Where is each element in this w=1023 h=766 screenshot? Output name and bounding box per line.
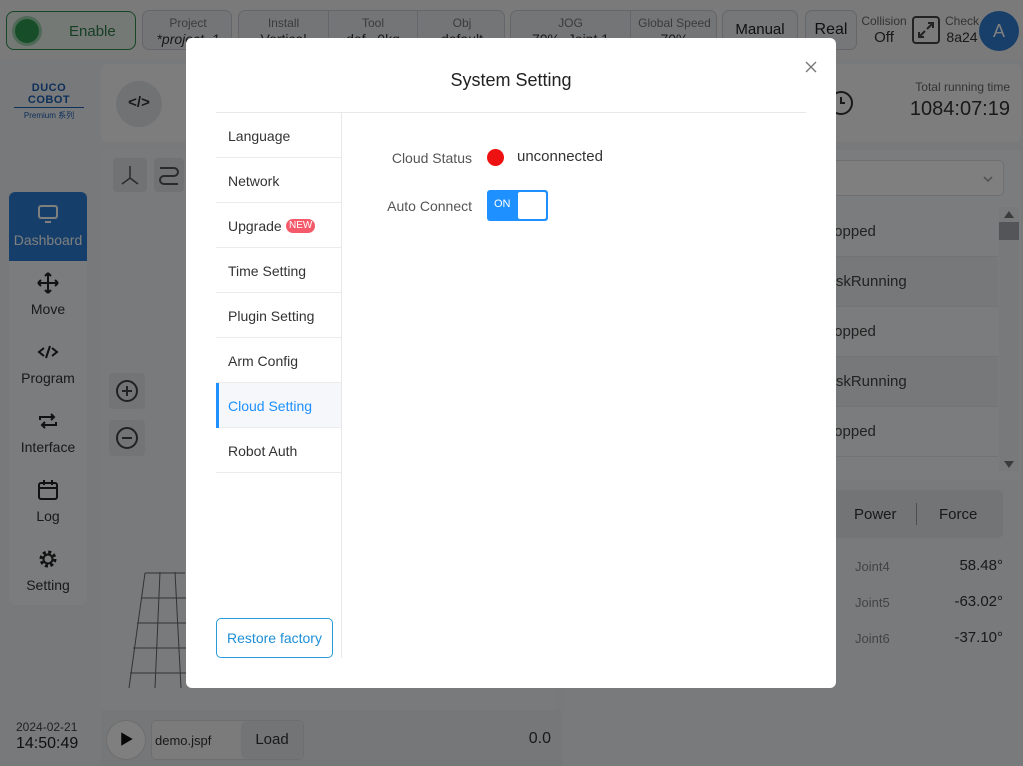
restore-factory-button[interactable]: Restore factory xyxy=(216,618,333,658)
close-icon[interactable] xyxy=(803,59,819,75)
menu-item-label: Language xyxy=(228,128,291,144)
menu-item-label: Plugin Setting xyxy=(228,308,315,324)
settings-menu: Language Network Upgrade NEW Time Settin… xyxy=(216,113,342,658)
auto-connect-toggle[interactable]: ON xyxy=(487,190,548,221)
cloud-status-label: Cloud Status xyxy=(391,150,472,166)
menu-item-label: Arm Config xyxy=(228,353,299,369)
menu-item-label: Cloud Setting xyxy=(228,398,313,414)
menu-item-arm-config[interactable]: Arm Config xyxy=(216,338,341,383)
menu-item-label: Robot Auth xyxy=(228,443,298,459)
menu-item-robot-auth[interactable]: Robot Auth xyxy=(216,428,341,473)
toggle-state-text: ON xyxy=(494,198,511,210)
new-badge: NEW xyxy=(286,219,316,233)
auto-connect-label: Auto Connect xyxy=(387,198,472,214)
menu-item-cloud-setting[interactable]: Cloud Setting xyxy=(216,383,341,428)
menu-item-plugin-setting[interactable]: Plugin Setting xyxy=(216,293,341,338)
menu-item-label: Upgrade xyxy=(228,218,282,234)
toggle-knob xyxy=(518,192,546,219)
dialog-title: System Setting xyxy=(450,70,572,90)
menu-item-upgrade[interactable]: Upgrade NEW xyxy=(216,203,341,248)
menu-item-language[interactable]: Language xyxy=(216,113,341,158)
cloud-status-value: unconnected xyxy=(517,148,603,165)
cloud-status-indicator xyxy=(487,149,504,166)
menu-item-label: Time Setting xyxy=(228,263,307,279)
menu-item-label: Network xyxy=(228,173,280,189)
system-setting-dialog: System Setting Language Network Upgrade … xyxy=(186,38,836,688)
menu-item-time-setting[interactable]: Time Setting xyxy=(216,248,341,293)
menu-item-network[interactable]: Network xyxy=(216,158,341,203)
